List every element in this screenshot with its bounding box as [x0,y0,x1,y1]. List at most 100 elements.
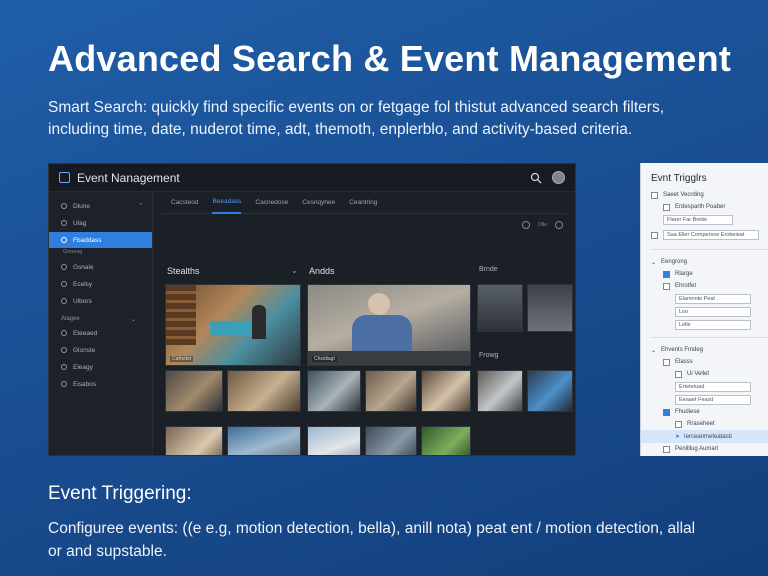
sidebar-item-5[interactable]: Ecelsy [49,276,152,292]
camera-icon [61,264,67,270]
event-thumbnail[interactable] [365,370,417,412]
panel-row[interactable]: Rlarge [641,268,768,280]
trigger-field[interactable]: Elamonte Peal [675,293,751,304]
event-thumbnail[interactable] [307,426,361,455]
refresh-icon[interactable] [521,221,530,229]
trigger-field[interactable]: Ertetetuad [675,381,751,392]
chevron-down-icon[interactable]: ⌄ [651,259,656,266]
event-thumbnail[interactable] [477,370,523,412]
sidebar-section-header[interactable]: Alagee ⌄ [49,310,152,325]
panel-row-label: Ierceanmeteatasti [684,433,732,440]
panel-row[interactable]: Eeaaet Feasd [641,393,768,406]
panel-row-label: Rlarge [675,271,693,277]
sidebar-item-label: Eisabos [73,380,97,388]
event-thumbnail[interactable] [527,284,573,332]
settings-icon [61,330,67,336]
event-thumbnail[interactable] [421,370,471,412]
panel-row-selected[interactable]: ➤ Ierceanmeteatasti [641,430,768,443]
panel-row[interactable]: Saa Eller Compersoe Erobeieat [641,227,768,243]
clock-icon [61,281,67,287]
checkbox[interactable] [651,231,658,239]
panel-row[interactable]: Elamonte Peal [641,292,768,305]
checkbox-checked[interactable] [663,408,670,416]
divider [651,337,768,338]
event-thumbnail[interactable] [307,370,361,412]
sidebar-item-label: Ulag [73,219,87,227]
sidebar-section-item-1[interactable]: Eteeaed [49,325,152,341]
sidebar-section-item-2[interactable]: Glonste [49,342,152,358]
checkbox-checked[interactable] [663,270,670,278]
chevron-down-icon[interactable]: ⌄ [291,266,298,275]
panel-row[interactable]: ⌄ Ehvents Fmdeg [641,344,768,356]
panel-row[interactable]: Ehrotfet [641,280,768,292]
panel-row[interactable]: Elasss [641,356,768,368]
panel-row[interactable]: Ertetetuad [641,380,768,393]
tab-4[interactable]: Cesnqyhee [302,192,335,214]
sidebar-section-item-4[interactable]: Eisabos [49,376,152,392]
trigger-field[interactable]: Lelle [675,319,751,330]
panel-row[interactable]: Lelle [641,318,768,331]
panel-row[interactable]: Saeet Vecrding [641,189,768,201]
panel-row[interactable]: Loo [641,305,768,318]
panel-row-label: Eengrong [661,259,688,265]
sidebar-sub-label: Gnnesg [63,249,83,255]
search-icon[interactable] [530,172,542,184]
event-thumbnail[interactable] [227,370,301,412]
event-thumbnail[interactable] [165,426,223,455]
panel-row-label: Saeet Vecrding [663,192,704,198]
sidebar-item-2[interactable]: Ulag [49,215,152,231]
panel-row[interactable]: ⌄ Eengrong [641,256,768,268]
sidebar-item-6[interactable]: Ulbors [49,293,152,309]
tab-active[interactable]: Beeadass [212,192,242,214]
event-thumbnail[interactable] [165,370,223,412]
app-logo-icon [59,172,70,183]
chevron-down-icon[interactable]: ⌄ [131,316,136,323]
event-thumbnail[interactable] [365,426,417,455]
bell-icon [61,364,67,370]
checkbox[interactable] [663,445,670,453]
checkbox[interactable] [651,191,658,199]
tab-1[interactable]: Cacsteod [171,192,198,214]
avatar[interactable] [552,171,565,184]
sidebar-item-4[interactable]: Gsnale [49,259,152,275]
trigger-field[interactable]: Eeaaet Feasd [675,394,751,405]
event-thumbnail[interactable] [527,370,573,412]
trigger-field[interactable]: Flarer Far Bretie [663,215,733,225]
sidebar-item-active[interactable]: Fbaddass [49,232,152,248]
event-thumbnail[interactable]: Chsidiagt [307,284,471,366]
section-heading: Event Triggering: [48,483,192,504]
trigger-field[interactable]: Loo [675,306,751,317]
home-icon [61,203,67,209]
panel-row[interactable]: Rraseheet [641,418,768,430]
toolbar: Ofie [161,214,567,236]
panel-row[interactable]: Fhudiese [641,406,768,418]
panel-row[interactable]: Penilllug Aumarl [641,443,768,455]
checkbox[interactable] [663,282,670,290]
event-thumbnail[interactable] [421,426,471,455]
app-title: Event Nanagement [77,170,180,185]
event-thumbnail[interactable] [227,426,301,455]
checkbox[interactable] [675,370,682,378]
event-thumbnail[interactable]: Cafrettet [165,284,301,366]
panel-row-label: Ehvents Fmdeg [661,347,704,353]
checkbox[interactable] [675,420,682,428]
divider [651,249,768,250]
panel-row[interactable]: Ui Vellet [641,368,768,380]
pointer-icon: ➤ [675,434,681,440]
sidebar-item-1[interactable]: Dlune ⌃ [49,198,152,214]
tab-3[interactable]: Cacnedose [255,192,288,214]
checkbox[interactable] [663,358,670,366]
panel-row[interactable]: Flarer Far Bretie [641,213,768,227]
chevron-down-icon[interactable]: ⌄ [651,347,656,354]
event-thumbnail[interactable] [477,284,523,332]
panel-row[interactable]: Erdesparth Poaber [641,201,768,213]
sidebar-item-label: Ulbors [73,297,92,305]
intro-paragraph: Smart Search: quickly find specific even… [48,99,665,138]
chevron-up-icon[interactable]: ⌃ [138,202,144,210]
tab-5[interactable]: Ceantring [349,192,377,214]
options-icon[interactable] [555,221,563,229]
globe-icon [61,347,67,353]
checkbox[interactable] [663,203,670,211]
trigger-field[interactable]: Saa Eller Compersoe Erobeieat [663,230,759,240]
sidebar-section-item-3[interactable]: Eleagy [49,359,152,375]
